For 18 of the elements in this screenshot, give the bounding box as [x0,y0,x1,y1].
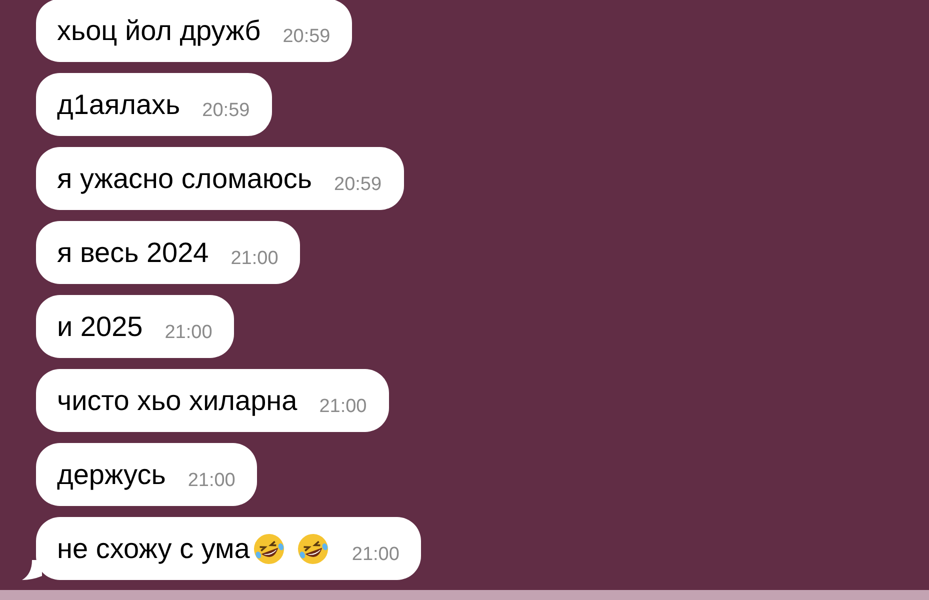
message-text: д1аялахь [57,90,180,118]
message-time: 21:00 [319,397,367,416]
message-time: 21:00 [230,249,278,268]
message-text: я весь 2024 [57,238,209,266]
message-time: 21:00 [188,471,236,490]
message-text: чисто хьо хиларна [57,386,298,414]
message-time: 21:00 [164,323,212,342]
message-time: 21:00 [352,545,400,564]
message-time: 20:59 [334,175,382,194]
message-time: 20:59 [202,101,250,120]
message-text: я ужасно сломаюсь [57,164,312,192]
laughing-face-icon [296,532,330,566]
message-text: не схожу с ума [57,534,250,562]
message-text: держусь [57,460,166,488]
message-text: хьоц йол дружб [57,16,261,44]
message-text: и 2025 [57,312,143,340]
laughing-face-icon [252,532,286,566]
message-time: 20:59 [282,27,330,46]
